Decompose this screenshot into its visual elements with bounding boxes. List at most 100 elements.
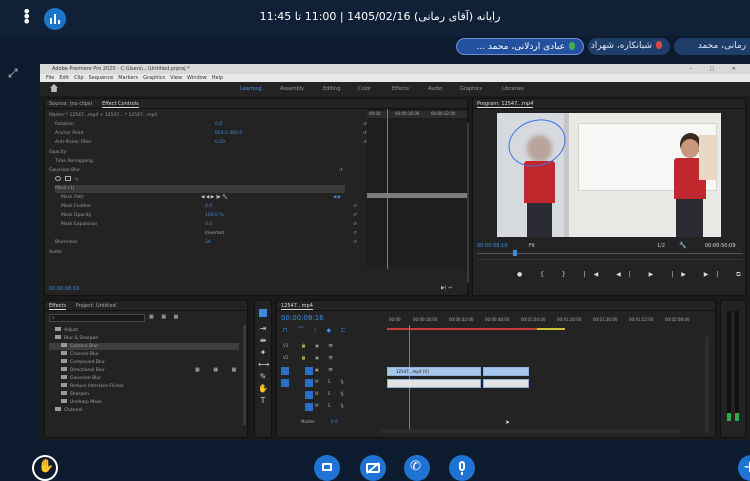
audio-meter bbox=[720, 300, 746, 438]
program-video-frame[interactable] bbox=[497, 113, 721, 237]
property-row[interactable]: Anti-flicker Filter 0.00 ↺ bbox=[55, 139, 367, 147]
menu-help[interactable]: Help bbox=[212, 75, 223, 81]
tab-sequence[interactable]: 12547...mp4 bbox=[281, 303, 313, 310]
property-row[interactable]: Blurriness 24 ↺ bbox=[55, 239, 365, 247]
selection-tool-icon[interactable] bbox=[259, 309, 267, 317]
workspace-editing[interactable]: Editing bbox=[323, 86, 340, 92]
panel-tabs: 12547...mp4 bbox=[277, 301, 715, 311]
tab-effect-controls[interactable]: Effect Controls bbox=[102, 101, 139, 108]
property-row[interactable]: Time Remapping bbox=[55, 158, 365, 166]
video-clip[interactable]: 12547...mp4 [V] bbox=[387, 367, 481, 376]
tool-icons[interactable]: ⇥ ⇼ ✦ ⟷ ✎ ✋ T bbox=[258, 323, 269, 407]
property-row[interactable]: Mask Path ◀ ◀ ▶ |▶ 🔧 ◀ ▶ bbox=[61, 194, 371, 202]
workspace-effects[interactable]: Effects bbox=[392, 86, 409, 92]
effect-item[interactable]: Reduce Interlace Flicker bbox=[61, 383, 124, 390]
effect-item[interactable]: Gaussian Blur bbox=[61, 375, 101, 382]
menu-clip[interactable]: Clip bbox=[74, 75, 83, 81]
camera-button[interactable] bbox=[360, 455, 386, 481]
video-clip-2[interactable] bbox=[483, 367, 529, 376]
menu-graphics[interactable]: Graphics bbox=[143, 75, 165, 81]
effects-folder[interactable]: Adjust bbox=[55, 327, 78, 334]
wrench-icon[interactable]: 🔧 bbox=[679, 242, 686, 249]
fit-select[interactable]: Fit bbox=[529, 243, 535, 249]
tab-source[interactable]: Source: (no clips) bbox=[49, 101, 92, 107]
fullscreen-icon[interactable]: ⤢ bbox=[8, 66, 22, 80]
participant-chip[interactable]: عبادی اردلانی، محمد ... bbox=[456, 38, 584, 55]
property-row[interactable]: Mask Opacity 100.0 % ↺ bbox=[61, 212, 371, 220]
workspace-graphics[interactable]: Graphics bbox=[460, 86, 482, 92]
scrollbar[interactable] bbox=[243, 325, 246, 425]
more-button[interactable]: + bbox=[738, 455, 750, 481]
mouse-cursor-icon: ➤ bbox=[505, 419, 511, 426]
effect-item[interactable]: Channel Blur bbox=[61, 351, 99, 358]
effect-item[interactable]: Camera Blur bbox=[49, 343, 239, 350]
effects-folder[interactable]: Channel bbox=[55, 407, 82, 414]
mask-tools[interactable]: ✎ bbox=[55, 176, 365, 184]
panel-tabs: Effects Project: Untitled bbox=[45, 301, 247, 311]
ec-footer-icons[interactable]: ▶| ⇔ bbox=[441, 285, 452, 291]
effect-item[interactable]: Sharpen bbox=[61, 391, 89, 398]
effects-search-input[interactable]: ⌕ bbox=[49, 314, 145, 322]
property-row[interactable]: Opacity bbox=[49, 149, 359, 157]
property-row[interactable]: Rotation 0.0 ↺ bbox=[55, 121, 367, 129]
call-button[interactable]: ✆ bbox=[404, 455, 430, 481]
ec-tick: 00:00:32:00 bbox=[431, 111, 456, 116]
ruler-tick: 00:00:48:00 bbox=[485, 317, 510, 322]
mic-icon bbox=[569, 42, 575, 50]
property-row[interactable]: Anchor Point 654.0 360.0 ↺ bbox=[55, 130, 367, 138]
share-screen-button[interactable] bbox=[314, 455, 340, 481]
effect-item[interactable]: Unsharp Mask bbox=[61, 399, 102, 406]
participants-bar: عبادی اردلانی، محمد ... شبانکاره، شهراد … bbox=[0, 38, 750, 56]
track-a2: M S 🎙 bbox=[281, 391, 381, 402]
effect-item[interactable]: Compound Blur bbox=[61, 359, 105, 366]
property-row[interactable]: Audio bbox=[49, 249, 359, 257]
window-controls[interactable]: – ▢ ✕ bbox=[689, 64, 744, 74]
timeline-tools[interactable]: ⊓ ⌒ ⊺ ◆ ⊏ bbox=[283, 325, 350, 334]
playhead[interactable] bbox=[387, 109, 388, 269]
workspace-color[interactable]: Color bbox=[358, 86, 371, 92]
home-icon[interactable] bbox=[50, 84, 58, 92]
property-row[interactable]: Inverted ↺ bbox=[61, 230, 371, 238]
menu-view[interactable]: View bbox=[170, 75, 182, 81]
tab-project[interactable]: Project: Untitled bbox=[76, 303, 116, 309]
menu-edit[interactable]: Edit bbox=[59, 75, 69, 81]
menu-markers[interactable]: Markers bbox=[118, 75, 138, 81]
timeline-vscroll[interactable] bbox=[705, 337, 709, 433]
property-row[interactable]: Gaussian Blur ↺ bbox=[49, 167, 359, 175]
effects-folder[interactable]: Blur & Sharpen bbox=[55, 335, 98, 342]
workspace-assembly[interactable]: Assembly bbox=[280, 86, 304, 92]
app-logo[interactable] bbox=[44, 8, 66, 30]
timeline-scrollbar[interactable] bbox=[381, 429, 681, 433]
workspace-learning[interactable]: Learning bbox=[240, 86, 262, 92]
tab-program[interactable]: Program: 12547...mp4 bbox=[477, 101, 534, 108]
audio-clip[interactable] bbox=[387, 379, 481, 388]
quality-select[interactable]: 1/2 bbox=[657, 243, 665, 249]
program-playhead[interactable] bbox=[513, 250, 517, 256]
participant-chip[interactable]: رمانی، محمد bbox=[674, 38, 750, 55]
effects-filter-icons[interactable]: ▦ ▦ ▦ bbox=[149, 314, 181, 320]
property-row[interactable]: Mask Feather 4.0 ↺ bbox=[61, 203, 371, 211]
panel-tabs: Source: (no clips) Effect Controls bbox=[45, 99, 467, 109]
workspace-libraries[interactable]: Libraries bbox=[502, 86, 524, 92]
mask-row[interactable]: Mask (1) bbox=[55, 185, 345, 193]
program-timecode[interactable]: 00:00:08:16 bbox=[477, 243, 508, 249]
more-options-icon[interactable]: • • • bbox=[22, 4, 31, 30]
scrollbar[interactable] bbox=[467, 123, 469, 283]
mic-icon bbox=[656, 41, 662, 49]
menu-sequence[interactable]: Sequence bbox=[89, 75, 114, 81]
effect-item[interactable]: Directional Blur bbox=[61, 367, 105, 374]
transport-controls[interactable]: ● { } |◀ ◀| ▶ |▶ ▶| ⧉ ⧉ ⊡ + bbox=[517, 271, 750, 279]
participant-chip[interactable]: شبانکاره، شهراد bbox=[588, 38, 670, 55]
audio-clip-2[interactable] bbox=[483, 379, 529, 388]
menu-file[interactable]: File bbox=[46, 75, 54, 81]
timeline-timecode[interactable]: 00:00:08:16 bbox=[281, 314, 324, 322]
raise-hand-button[interactable]: ✋ bbox=[32, 455, 58, 481]
menu-window[interactable]: Window bbox=[187, 75, 207, 81]
program-monitor-panel: Program: 12547...mp4 00:00:08:16 Fit 1/2… bbox=[472, 98, 750, 296]
accel-badges: ▦ ▦ ▦ bbox=[195, 367, 243, 373]
participant-name: رمانی، محمد bbox=[697, 41, 746, 51]
property-row[interactable]: Mask Expansion 0.0 ↺ bbox=[61, 221, 371, 229]
workspace-audio[interactable]: Audio bbox=[428, 86, 442, 92]
microphone-button[interactable] bbox=[449, 455, 475, 481]
tab-effects[interactable]: Effects bbox=[49, 303, 66, 310]
